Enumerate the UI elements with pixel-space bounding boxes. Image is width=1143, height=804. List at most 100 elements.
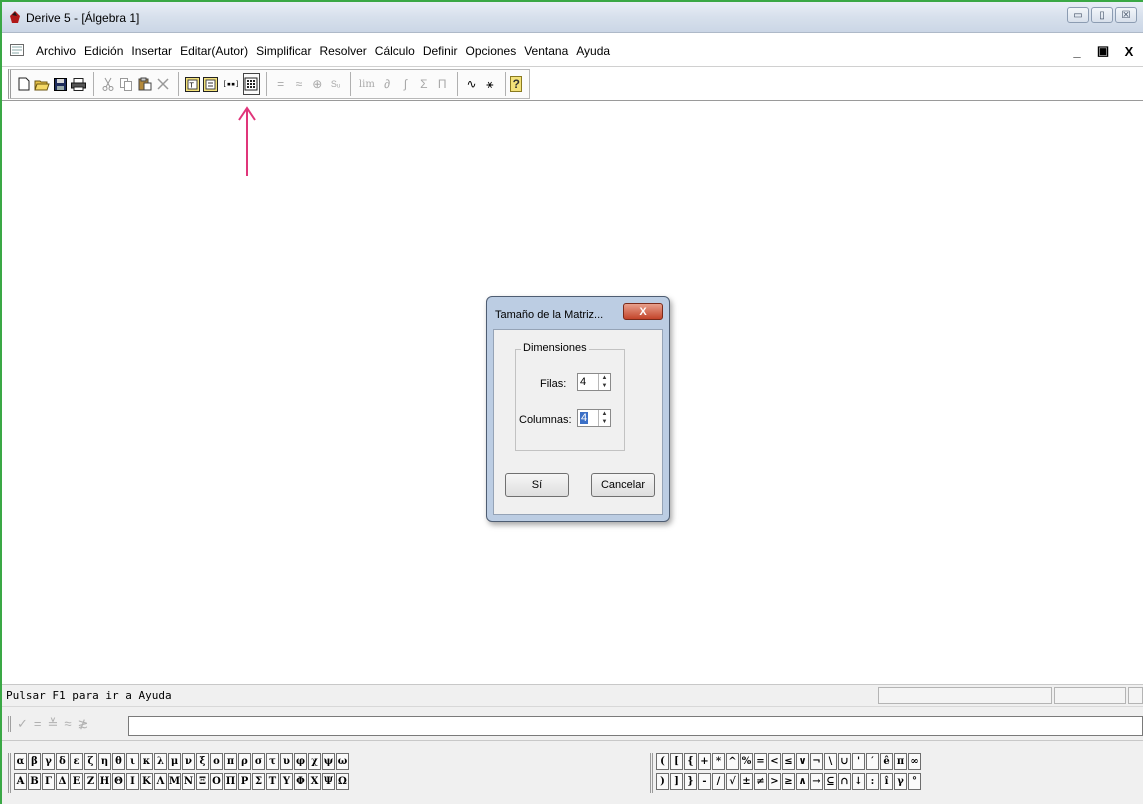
filas-spin-arrows-icon[interactable]: ▲ ▼ (598, 374, 610, 390)
symbol-button[interactable]: β (28, 753, 41, 770)
title-bar[interactable]: Derive 5 - [Álgebra 1] ▭ ▯ ☒ (2, 2, 1143, 33)
symbol-button[interactable]: % (740, 753, 753, 770)
symbol-button[interactable]: ↓ (852, 773, 865, 790)
symbol-button[interactable]: φ (294, 753, 307, 770)
author-simplify-button[interactable]: ≚ (48, 716, 59, 732)
symbol-button[interactable]: \ (824, 753, 837, 770)
symbol-button[interactable]: ∧ (796, 773, 809, 790)
symbol-button[interactable]: θ (112, 753, 125, 770)
symbol-button[interactable]: > (768, 773, 781, 790)
symbol-button[interactable]: ζ (84, 753, 97, 770)
symbol-button[interactable]: ± (740, 773, 753, 790)
document-icon[interactable] (10, 44, 24, 56)
symbol-button[interactable]: η (98, 753, 111, 770)
symbol-button[interactable]: μ (168, 753, 181, 770)
symbol-button[interactable]: Δ (56, 773, 69, 790)
author-approximate-button[interactable]: ≵ (78, 716, 89, 732)
vector-icon[interactable]: [▪▪] (220, 73, 241, 95)
si-button[interactable]: Sí (505, 473, 569, 497)
symbol-button[interactable]: ν (182, 753, 195, 770)
symbol-button[interactable]: Φ (294, 773, 307, 790)
menu-ventana[interactable]: Ventana (520, 44, 572, 58)
matrix-icon[interactable] (242, 73, 260, 95)
integral-icon[interactable]: ∫ (397, 73, 414, 95)
symbol-button[interactable]: ξ (196, 753, 209, 770)
symbol-button[interactable]: ê (880, 753, 893, 770)
symbol-button[interactable]: ≤ (782, 753, 795, 770)
symbol-button[interactable]: Α (14, 773, 27, 790)
symbol-button[interactable]: ( (656, 753, 669, 770)
symbol-button[interactable]: : (866, 773, 879, 790)
product-icon[interactable]: Π (434, 73, 451, 95)
symbol-button[interactable]: χ (308, 753, 321, 770)
symbol-button[interactable]: Ο (210, 773, 223, 790)
symbol-button[interactable]: τ (266, 753, 279, 770)
close-button[interactable]: ☒ (1115, 7, 1137, 23)
symbol-button[interactable]: + (698, 753, 711, 770)
columnas-spinner[interactable]: 4 ▲ ▼ (577, 409, 611, 427)
insert-object-icon[interactable] (202, 73, 219, 95)
symbol-button[interactable]: → (810, 773, 823, 790)
symbol-button[interactable]: γ (42, 753, 55, 770)
symbol-button[interactable]: ° (908, 773, 921, 790)
copy-icon[interactable] (118, 73, 135, 95)
derivative-icon[interactable]: ∂ (378, 73, 395, 95)
cancelar-button[interactable]: Cancelar (591, 473, 655, 497)
symbol-button[interactable]: Π (224, 773, 237, 790)
simplify-expression-button[interactable]: = (34, 716, 42, 732)
symbol-button[interactable]: - (698, 773, 711, 790)
symbol-button[interactable]: * (712, 753, 725, 770)
symbol-button[interactable]: π (894, 753, 907, 770)
symbol-button[interactable]: [ (670, 753, 683, 770)
symbol-button[interactable]: Γ (42, 773, 55, 790)
dialog-close-button[interactable]: X (623, 303, 663, 320)
mdi-restore-button[interactable]: ▣ (1093, 42, 1113, 60)
symbol-button[interactable]: Ρ (238, 773, 251, 790)
symbol-button[interactable]: Τ (266, 773, 279, 790)
symbol-button[interactable]: ¬ (810, 753, 823, 770)
sum-icon[interactable]: Σ (415, 73, 432, 95)
symbol-button[interactable]: ε (70, 753, 83, 770)
expression-input[interactable] (128, 716, 1143, 736)
symbol-button[interactable]: Κ (140, 773, 153, 790)
menu-simplificar[interactable]: Simplificar (252, 44, 315, 58)
symbol-button[interactable]: √ (726, 773, 739, 790)
symbol-button[interactable]: ∨ (796, 753, 809, 770)
symbol-button[interactable]: ≠ (754, 773, 767, 790)
mdi-minimize-button[interactable]: _ (1067, 42, 1087, 60)
menu-archivo[interactable]: Archivo (32, 44, 80, 58)
maximize-button[interactable]: ▯ (1091, 7, 1113, 23)
approximate-icon[interactable]: ≈ (290, 73, 307, 95)
symbol-button[interactable]: ∩ (838, 773, 851, 790)
save-icon[interactable] (52, 73, 69, 95)
2d-plot-icon[interactable]: ∿ (463, 73, 480, 95)
symbol-button[interactable]: σ (252, 753, 265, 770)
symbol-button[interactable]: κ (140, 753, 153, 770)
symbol-button[interactable]: Χ (308, 773, 321, 790)
symbol-button[interactable]: Ξ (196, 773, 209, 790)
menu-resolver[interactable]: Resolver (315, 44, 370, 58)
menu-insertar[interactable]: Insertar (127, 44, 176, 58)
menu-ayuda[interactable]: Ayuda (572, 44, 614, 58)
limit-icon[interactable]: lim (356, 73, 377, 95)
zoom-icon[interactable]: ⊕ (309, 73, 326, 95)
symbol-button[interactable]: Ψ (322, 773, 335, 790)
symbol-button[interactable]: ^ (726, 753, 739, 770)
paste-icon[interactable] (136, 73, 153, 95)
symbol-button[interactable]: Ε (70, 773, 83, 790)
print-icon[interactable] (70, 73, 87, 95)
symbol-button[interactable]: Ζ (84, 773, 97, 790)
menu-opciones[interactable]: Opciones (462, 44, 521, 58)
symbol-button[interactable]: ) (656, 773, 669, 790)
symbol-button[interactable]: ⊆ (824, 773, 837, 790)
enter-expression-button[interactable]: ✓ (17, 716, 28, 732)
symbol-button[interactable]: π (224, 753, 237, 770)
menu-calculo[interactable]: Cálculo (371, 44, 419, 58)
symbol-button[interactable]: ∪ (838, 753, 851, 770)
symbol-button[interactable]: Η (98, 773, 111, 790)
symbol-button[interactable]: } (684, 773, 697, 790)
symbol-button[interactable]: Ν (182, 773, 195, 790)
symbol-button[interactable]: { (684, 753, 697, 770)
mdi-close-button[interactable]: X (1119, 42, 1139, 60)
text-object-icon[interactable]: T (184, 73, 201, 95)
